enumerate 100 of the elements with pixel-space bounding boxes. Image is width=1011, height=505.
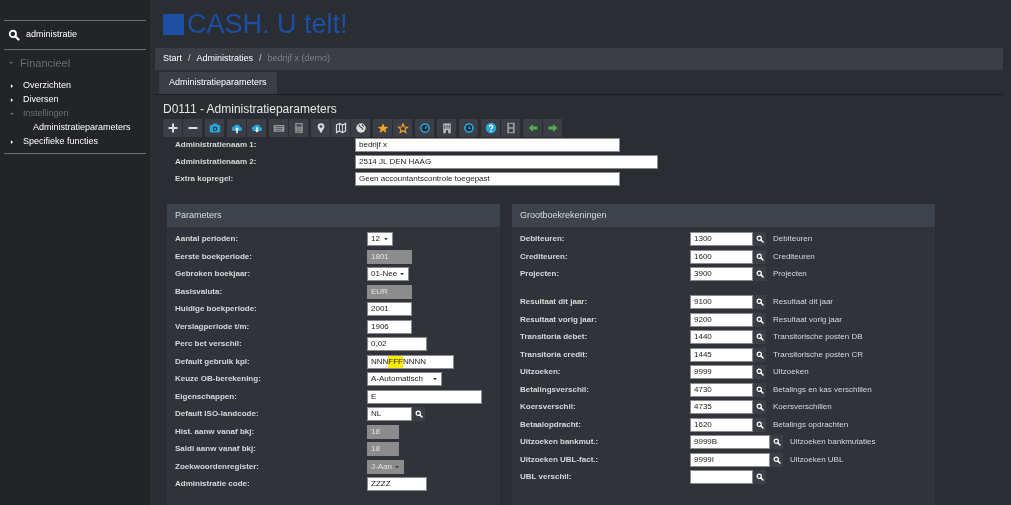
keyboard-icon [272,122,285,134]
lookup-button[interactable] [753,312,766,327]
breadcrumb-link[interactable]: Start [163,52,182,66]
search-icon [755,403,764,411]
dropdown[interactable]: A-Automatisch [367,372,442,386]
lookup-button[interactable] [753,470,766,484]
lookup-button[interactable] [753,232,766,246]
account-description: Betalings opdrachten [773,418,849,431]
toolbar-button[interactable] [459,119,478,137]
gauge-icon [418,122,431,134]
toolbar-button[interactable] [183,119,202,137]
input-field[interactable]: 9100 [690,295,753,309]
toolbar-button[interactable] [523,119,542,137]
field-label: Transitoria debet: [520,331,589,343]
account-description: Debiteuren [773,233,813,245]
field-label: Betalingsverschil: [520,383,590,396]
search-icon [755,420,764,429]
lookup-button[interactable] [753,347,766,362]
breadcrumb-separator: / [188,52,191,66]
lookup-button[interactable] [753,295,766,309]
dropdown[interactable]: 01-Nee [367,267,409,281]
lookup-button[interactable] [753,330,766,344]
search-icon [755,333,764,341]
input-field[interactable]: 4730 [690,382,753,397]
input-field[interactable]: 1440 [690,330,753,344]
film-icon [504,122,517,134]
field-label: Eigenschappen: [175,390,238,403]
field-label: Verslagperiode t/m: [175,320,251,333]
input-field[interactable]: NL [367,407,412,421]
toolbar-button[interactable] [393,119,412,137]
input-field[interactable]: bedrijf x [355,138,620,152]
account-description: Transitorische posten DB [773,331,863,343]
toolbar-button[interactable] [331,119,350,137]
lookup-button[interactable] [753,365,766,379]
toolbar-button[interactable] [247,119,266,137]
input-field[interactable]: 1906 [367,319,412,334]
menu-item[interactable]: Specifieke functies [0,135,150,149]
input-field[interactable]: 9999 [690,365,753,379]
page-title: D0111 - Administratieparameters [162,101,338,116]
tab[interactable]: Administratieparameters [159,72,277,94]
toolbar-button[interactable] [227,119,246,137]
field-label: Uitzoeken: [520,366,562,378]
toolbar-button[interactable] [415,119,434,137]
toolbar-button[interactable] [351,119,370,137]
input-field[interactable]: 9200 [690,312,753,327]
breadcrumb-link[interactable]: Administraties [196,52,254,66]
toolbar-button[interactable] [543,119,562,137]
toolbar-button[interactable] [163,119,182,137]
input-field[interactable]: E [367,389,482,404]
field-label: Uitzoeken UBL-fact.: [520,453,600,466]
input-field[interactable]: 1300 [690,232,753,246]
input-field[interactable]: 1600 [690,249,753,264]
field-label: Debiteuren: [520,233,566,245]
lookup-button[interactable] [753,400,766,414]
toolbar-button[interactable] [481,119,500,137]
search-icon [755,350,764,359]
panel-title: Parameters [175,208,222,222]
toolbar-button[interactable] [373,119,392,137]
account-description: Projecten [773,268,807,280]
input-field[interactable]: 0,02 [367,337,427,351]
menu-item[interactable]: Diversen [0,93,150,107]
input-field[interactable]: Geen accountantscontrole toegepast [355,172,620,186]
field-label: Crediteuren: [520,250,569,263]
dropdown[interactable]: 12 [367,232,393,246]
lookup-button[interactable] [770,435,783,449]
field-label: Zoekwoordenregister: [175,460,260,473]
lookup-button[interactable] [412,407,425,421]
search-icon [755,315,764,324]
input-field[interactable]: 2514 JL DEN HAAG [355,155,658,169]
input-field[interactable]: 2001 [367,302,412,316]
toolbar-button[interactable] [269,119,288,137]
input-field[interactable]: ZZZZ [367,477,427,491]
search-field[interactable]: administratie [0,21,150,49]
search-icon [755,298,764,306]
lookup-button[interactable] [753,249,766,264]
camera-icon [208,122,221,134]
input-field[interactable] [690,470,753,484]
toolbar-button[interactable] [311,119,330,137]
account-description: Koersverschillen [773,401,832,413]
input-field[interactable]: 1620 [690,417,753,432]
menu-item[interactable]: Overzichten [0,79,150,93]
lookup-button[interactable] [753,417,766,432]
account-description: Crediteuren [773,250,815,263]
building-icon [440,122,453,134]
input-field[interactable]: 1445 [690,347,753,362]
field-label: Default ISO-landcode: [175,408,260,420]
input-field[interactable]: 3900 [690,267,753,281]
lookup-button[interactable] [753,267,766,281]
menu-item[interactable]: Administratieparameters [0,121,150,135]
search-icon [755,235,764,243]
toolbar-button[interactable] [501,119,520,137]
toolbar-button[interactable] [205,119,224,137]
input-field[interactable]: 9999I [690,452,770,467]
input-field[interactable]: 9999B [690,435,770,449]
field-label: Huidige boekperiode: [175,303,258,315]
lookup-button[interactable] [770,452,783,467]
input-field[interactable]: 4735 [690,400,753,414]
field-label: Eerste boekperiode: [175,250,253,263]
toolbar-button[interactable] [437,119,456,137]
lookup-button[interactable] [753,382,766,397]
